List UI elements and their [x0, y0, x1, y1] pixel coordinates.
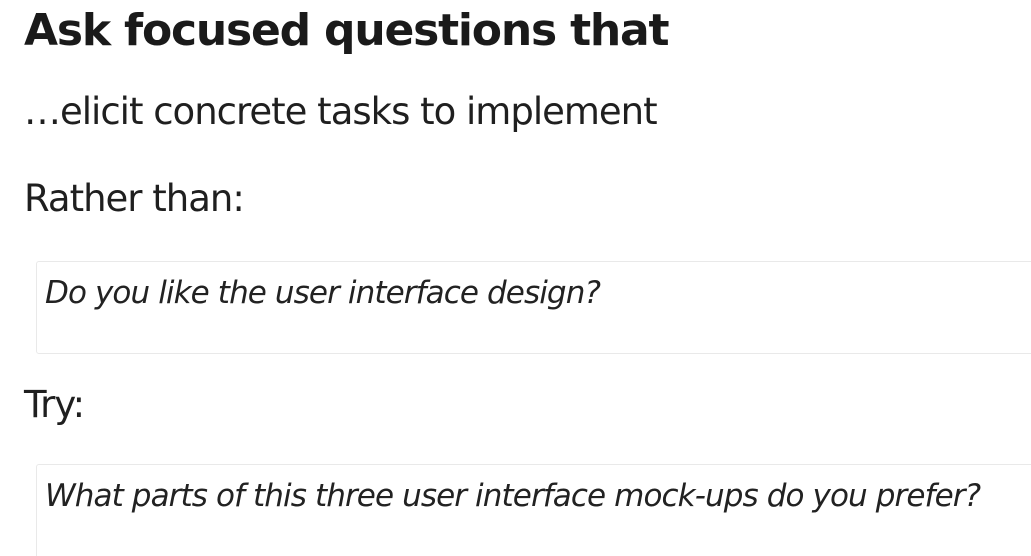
rather-than-example-box: Do you like the user interface design?: [36, 261, 1031, 354]
try-example-box: What parts of this three user interface …: [36, 464, 1031, 556]
rather-than-label: Rather than:: [24, 177, 245, 220]
try-example-text: What parts of this three user interface …: [45, 478, 981, 514]
subtitle: …elicit concrete tasks to implement: [24, 90, 658, 133]
rather-than-example-text: Do you like the user interface design?: [45, 275, 601, 311]
try-label: Try:: [24, 383, 85, 426]
slide: Ask focused questions that …elicit concr…: [0, 0, 1031, 556]
page-title: Ask focused questions that: [24, 5, 670, 56]
